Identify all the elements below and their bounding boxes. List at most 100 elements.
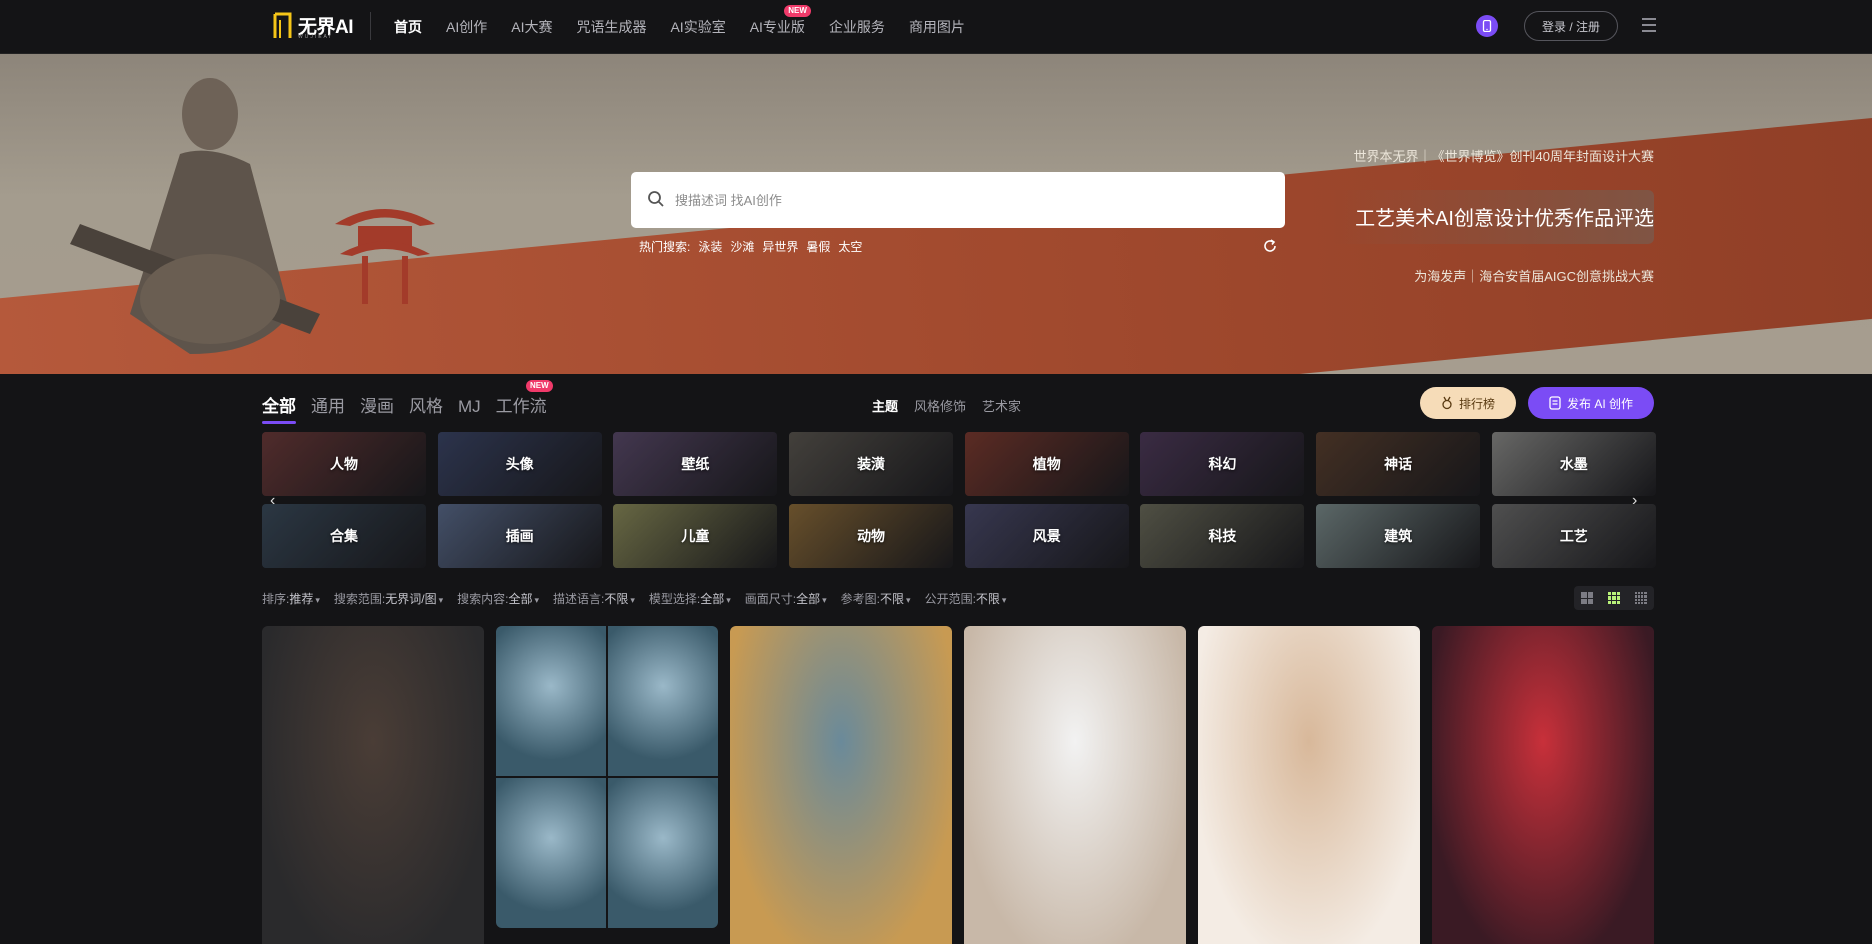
category-card-label: 科技 <box>1208 528 1237 544</box>
filter-dropdown[interactable]: 参考图:不限 ▾ <box>841 590 911 607</box>
filter-value: 全部 <box>796 592 821 606</box>
tab-all[interactable]: 全部 <box>262 392 296 424</box>
category-card-label: 工艺 <box>1559 528 1588 544</box>
category-card-label: 动物 <box>857 528 886 544</box>
hot-tag[interactable]: 泳装 <box>698 238 722 255</box>
artwork-card[interactable] <box>1432 626 1654 944</box>
category-card[interactable]: 植物 <box>964 432 1129 496</box>
medal-icon <box>1442 396 1452 410</box>
new-badge: NEW <box>526 380 553 392</box>
promo-link-1[interactable]: 世界本无界｜《世界博览》创刊40周年封面设计大赛 <box>1354 146 1654 165</box>
hero-banner[interactable]: 热门搜索: 泳装 沙滩 异世界 暑假 太空 世界本无界｜《世界博览》创刊40周年… <box>0 54 1872 374</box>
category-card-label: 壁纸 <box>681 456 710 472</box>
category-card[interactable]: 风景 <box>964 504 1129 568</box>
category-card[interactable]: 建筑 <box>1316 504 1481 568</box>
artwork-card[interactable] <box>1198 626 1420 944</box>
category-card[interactable]: 装潢 <box>789 432 954 496</box>
nav-item-prompt-generator[interactable]: 咒语生成器 <box>576 17 646 37</box>
scroll-left-arrow-icon[interactable]: ‹ <box>270 492 275 510</box>
category-card[interactable]: 插画 <box>437 504 602 568</box>
scroll-right-arrow-icon[interactable]: › <box>1632 492 1637 510</box>
promo-link-2[interactable]: 工艺美术AI创意设计优秀作品评选 <box>1355 202 1654 231</box>
view-mode-toggle <box>1574 586 1654 610</box>
view-medium-grid-icon[interactable] <box>1607 592 1620 604</box>
category-card[interactable]: 壁纸 <box>613 432 778 496</box>
filter-value: 不限 <box>604 592 629 606</box>
category-card-label: 插画 <box>505 528 534 544</box>
nav-item-home[interactable]: 首页 <box>394 17 422 37</box>
filter-key: 公开范围: <box>924 592 976 606</box>
category-card[interactable]: 神话 <box>1316 432 1481 496</box>
promo-link-3[interactable]: 为海发声｜海合安首届AIGC创意挑战大赛 <box>1414 266 1654 285</box>
view-small-grid-icon[interactable] <box>1634 592 1647 604</box>
terracotta-warrior-illustration <box>70 78 320 354</box>
nav-item-enterprise[interactable]: 企业服务 <box>829 17 885 37</box>
filter-dropdown[interactable]: 描述语言:不限 ▾ <box>553 590 635 607</box>
tab-style[interactable]: 风格 <box>409 392 443 417</box>
category-card-label: 装潢 <box>857 456 886 472</box>
hot-tag[interactable]: 异世界 <box>762 238 798 255</box>
filter-dropdown[interactable]: 模型选择:全部 ▾ <box>649 590 731 607</box>
artwork-card[interactable] <box>262 626 484 944</box>
artwork-tile <box>608 778 718 928</box>
mobile-app-button[interactable] <box>1476 15 1498 37</box>
category-card[interactable]: 人物 <box>262 432 426 496</box>
artwork-card[interactable] <box>496 626 718 928</box>
search-icon <box>648 191 664 207</box>
category-card-label: 神话 <box>1384 456 1413 472</box>
category-card[interactable]: 头像 <box>437 432 602 496</box>
hot-tag[interactable]: 太空 <box>838 238 862 255</box>
artwork-card[interactable] <box>964 626 1186 944</box>
filter-dropdown[interactable]: 画面尺寸:全部 ▾ <box>745 590 827 607</box>
search-input[interactable] <box>675 192 1235 208</box>
view-large-grid-icon[interactable] <box>1581 592 1594 604</box>
sub-tabs: 主题 风格修饰 艺术家 <box>872 396 1021 415</box>
artwork-tile <box>496 778 606 928</box>
filter-dropdown[interactable]: 公开范围:不限 ▾ <box>925 590 1007 607</box>
artwork-card[interactable] <box>730 626 952 944</box>
filter-key: 模型选择: <box>648 592 701 606</box>
new-badge: NEW <box>784 5 811 17</box>
sub-tab-style-modifier[interactable]: 风格修饰 <box>914 396 966 415</box>
publish-ai-creation-button[interactable]: 发布 AI 创作 <box>1528 387 1654 419</box>
category-card-label: 头像 <box>505 456 534 472</box>
sub-tab-theme[interactable]: 主题 <box>872 396 898 415</box>
search-box[interactable] <box>631 172 1285 228</box>
refresh-icon[interactable] <box>1262 238 1278 254</box>
login-register-button[interactable]: 登录 / 注册 <box>1524 11 1618 41</box>
filter-key: 参考图: <box>840 592 881 606</box>
category-card-label: 人物 <box>330 456 358 472</box>
hot-search-label: 热门搜索: <box>639 240 691 254</box>
nav-item-ai-pro[interactable]: AI专业版 NEW <box>750 5 811 37</box>
category-card[interactable]: 儿童 <box>613 504 778 568</box>
hot-tag[interactable]: 沙滩 <box>730 238 754 255</box>
filter-dropdown[interactable]: 排序:推荐 ▾ <box>262 590 320 607</box>
nav-item-commercial-images[interactable]: 商用图片 <box>909 17 965 37</box>
category-card[interactable]: 科技 <box>1140 504 1305 568</box>
category-card[interactable]: 科幻 <box>1140 432 1305 496</box>
nav-item-ai-create[interactable]: AI创作 <box>446 17 487 37</box>
hot-tag[interactable]: 暑假 <box>806 238 830 255</box>
chevron-down-icon: ▾ <box>534 595 539 605</box>
category-card[interactable]: 工艺 <box>1491 504 1656 568</box>
category-card-label: 植物 <box>1032 456 1061 472</box>
tab-workflow[interactable]: 工作流 NEW <box>496 380 553 417</box>
filter-value: 不限 <box>880 592 905 606</box>
nav-item-ai-lab[interactable]: AI实验室 <box>670 17 725 37</box>
filter-dropdown[interactable]: 搜索范围:无界词/图 ▾ <box>334 590 443 607</box>
artwork-tile <box>608 626 718 776</box>
filter-dropdown[interactable]: 搜索内容:全部 ▾ <box>457 590 539 607</box>
category-card[interactable]: 水墨 <box>1491 432 1656 496</box>
category-card-label: 水墨 <box>1559 456 1588 472</box>
nav-item-ai-contest[interactable]: AI大赛 <box>511 17 552 37</box>
sub-tab-artist[interactable]: 艺术家 <box>982 396 1021 415</box>
logo[interactable]: 无界AI WUJIEAI <box>272 10 354 40</box>
tab-mj[interactable]: MJ <box>458 397 481 417</box>
hamburger-menu-icon[interactable] <box>1642 18 1656 32</box>
ranking-button[interactable]: 排行榜 <box>1420 387 1516 419</box>
category-card[interactable]: 动物 <box>789 504 954 568</box>
filter-value: 不限 <box>975 592 1000 606</box>
tab-general[interactable]: 通用 <box>311 392 345 417</box>
tab-comic[interactable]: 漫画 <box>360 392 394 417</box>
category-card[interactable]: 合集 <box>262 504 426 568</box>
